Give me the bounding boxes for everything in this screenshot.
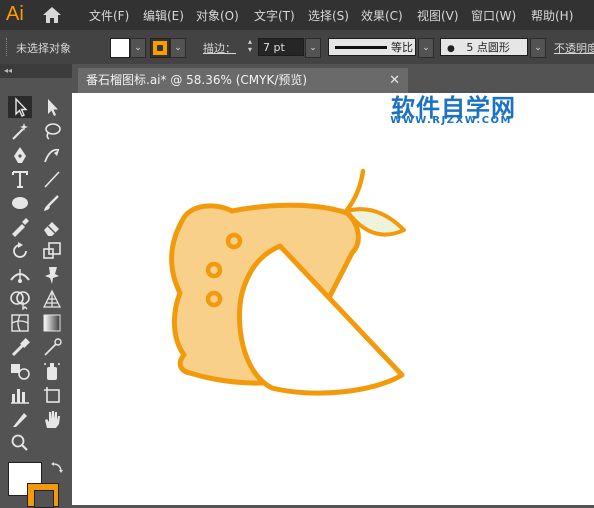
stroke-weight-stepper[interactable]: ▴ ▾: [244, 38, 256, 56]
tools-panel: ◂◂: [0, 64, 72, 508]
symbol-sprayer-tool-icon[interactable]: [40, 360, 64, 382]
stroke-profile-label: 等比: [391, 41, 413, 54]
control-bar-grip[interactable]: [6, 38, 11, 56]
menu-bar: Ai 文件(F) 编辑(E) 对象(O) 文字(T) 选择(S) 效果(C) 视…: [0, 0, 594, 30]
stroke-weight-field[interactable]: 7 pt: [258, 38, 304, 56]
tools-panel-collapse[interactable]: ◂◂: [0, 64, 72, 78]
zoom-tool-icon[interactable]: [8, 432, 32, 454]
menu-edit[interactable]: 编辑(E): [143, 7, 184, 24]
document-tab-bar: 番石榴图标.ai* @ 58.36% (CMYK/预览) ✕: [72, 64, 594, 93]
paintbrush-tool-icon[interactable]: [40, 192, 64, 214]
selection-status: 未选择对象: [16, 42, 71, 55]
swap-fill-stroke-icon[interactable]: [50, 460, 64, 474]
type-tool-icon[interactable]: [8, 168, 32, 190]
stroke-color-swatch[interactable]: [150, 38, 170, 58]
document-tab[interactable]: 番石榴图标.ai* @ 58.36% (CMYK/预览) ✕: [78, 68, 408, 93]
close-tab-icon[interactable]: ✕: [389, 68, 400, 93]
ellipse-tool-icon[interactable]: [8, 192, 32, 214]
selection-tool-icon[interactable]: [8, 96, 32, 118]
fill-color-swatch[interactable]: [110, 38, 130, 58]
artboard-tool-icon[interactable]: [40, 384, 64, 406]
menu-select[interactable]: 选择(S): [308, 7, 349, 24]
pen-tool-icon[interactable]: [8, 144, 32, 166]
direct-selection-tool-icon[interactable]: [40, 96, 64, 118]
menu-view[interactable]: 视图(V): [417, 7, 459, 24]
line-segment-tool-icon[interactable]: [40, 168, 64, 190]
eyedropper-tool-icon[interactable]: [8, 336, 32, 358]
measure-tool-icon[interactable]: [40, 336, 64, 358]
menu-file[interactable]: 文件(F): [89, 7, 129, 24]
guava-stem: [344, 168, 366, 213]
hand-tool-icon[interactable]: [40, 408, 64, 430]
column-graph-tool-icon[interactable]: [8, 384, 32, 406]
app-logo: Ai: [6, 3, 24, 25]
stroke-dropdown[interactable]: ⌄: [170, 38, 186, 58]
mesh-tool-icon[interactable]: [8, 312, 32, 334]
fill-dropdown[interactable]: ⌄: [130, 38, 146, 58]
shaper-tool-icon[interactable]: [8, 216, 32, 238]
control-bar: 未选择对象 ⌄ ⌄ 描边： ▴ ▾ 7 pt ⌄ 等比 ⌄ ● 5 点圆形 ⌄ 不…: [0, 30, 594, 64]
eraser-tool-icon[interactable]: [40, 216, 64, 238]
stroke-swatch-large[interactable]: [27, 483, 59, 508]
menu-help[interactable]: 帮助(H): [531, 7, 573, 24]
document-tab-title: 番石榴图标.ai* @ 58.36% (CMYK/预览): [86, 73, 308, 87]
puppet-warp-tool-icon[interactable]: [40, 264, 64, 286]
brush-dropdown[interactable]: ⌄: [530, 38, 546, 58]
menu-effect[interactable]: 效果(C): [361, 7, 403, 24]
menu-window[interactable]: 窗口(W): [471, 7, 516, 24]
lasso-tool-icon[interactable]: [40, 120, 64, 142]
blend-tool-icon[interactable]: [8, 360, 32, 382]
guava-artwork[interactable]: [72, 93, 594, 505]
perspective-grid-tool-icon[interactable]: [40, 288, 64, 310]
brush-definition[interactable]: ● 5 点圆形: [440, 38, 528, 56]
width-tool-icon[interactable]: [8, 264, 32, 286]
brush-label: 5 点圆形: [466, 41, 510, 54]
curvature-tool-icon[interactable]: [40, 144, 64, 166]
menu-type[interactable]: 文字(T): [254, 7, 295, 24]
stroke-weight-dropdown[interactable]: ⌄: [305, 38, 321, 58]
opacity-label[interactable]: 不透明度: [554, 40, 594, 56]
menu-object[interactable]: 对象(O): [196, 7, 239, 24]
slice-tool-icon[interactable]: [8, 408, 32, 430]
variable-width-profile[interactable]: 等比: [328, 38, 416, 56]
profile-dropdown[interactable]: ⌄: [418, 38, 434, 58]
scale-tool-icon[interactable]: [40, 240, 64, 262]
rotate-tool-icon[interactable]: [8, 240, 32, 262]
stroke-label[interactable]: 描边：: [203, 40, 236, 56]
artboard-canvas[interactable]: 软件自学网 WWW.RJZXW.COM: [72, 93, 594, 505]
gradient-tool-icon[interactable]: [40, 312, 64, 334]
shape-builder-tool-icon[interactable]: [8, 288, 32, 310]
magic-wand-tool-icon[interactable]: [8, 120, 32, 142]
home-icon[interactable]: [40, 5, 64, 25]
